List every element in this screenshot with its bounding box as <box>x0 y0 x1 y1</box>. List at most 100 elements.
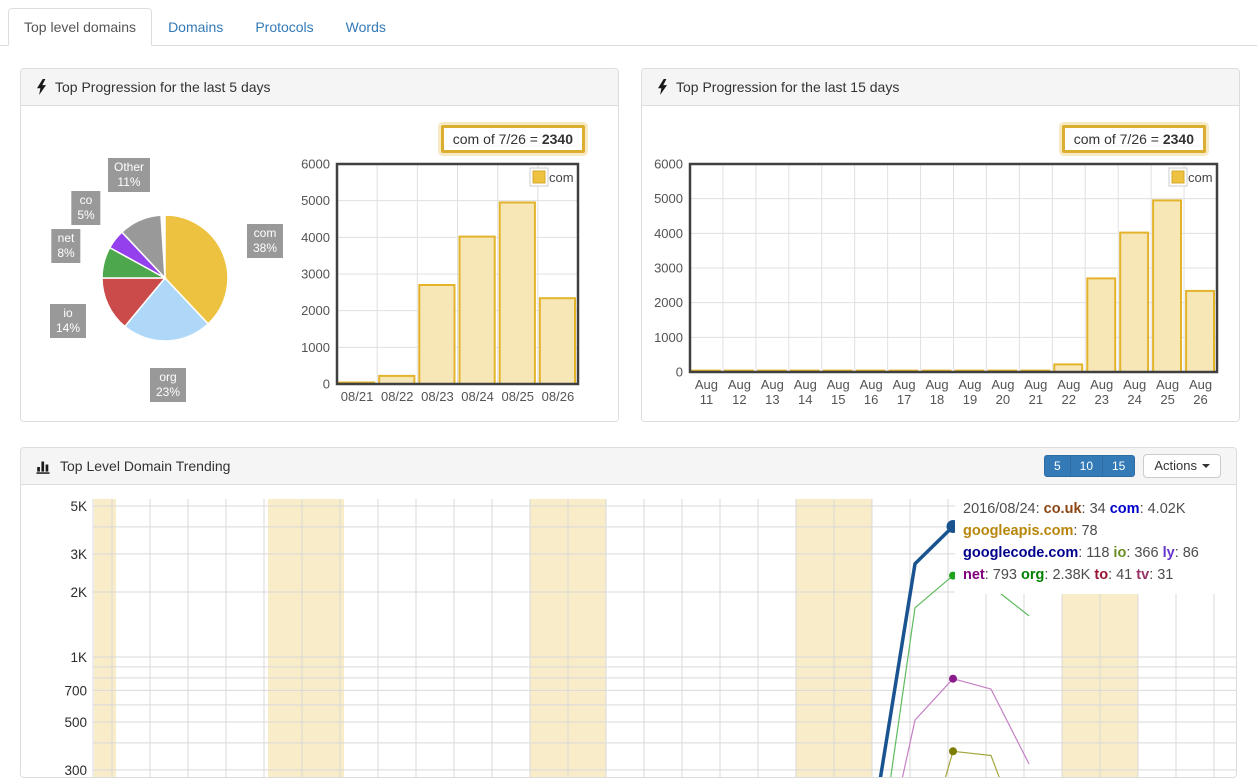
svg-text:21: 21 <box>1029 392 1043 407</box>
svg-text:com: com <box>1188 170 1213 185</box>
panel-title-15d: Top Progression for the last 15 days <box>657 79 899 95</box>
svg-text:1000: 1000 <box>654 330 683 345</box>
tab-link-domains[interactable]: Domains <box>152 8 239 46</box>
tab-link-top-level-domains[interactable]: Top level domains <box>8 8 152 46</box>
tab-top-level-domains: Top level domains <box>8 8 152 46</box>
top-panels-row: Top Progression for the last 5 days com … <box>20 68 1237 422</box>
svg-text:24: 24 <box>1127 392 1141 407</box>
trend-marker-net[interactable] <box>949 675 957 683</box>
caret-down-icon <box>1202 464 1210 468</box>
svg-text:3K: 3K <box>70 547 87 562</box>
bar-aug-26[interactable] <box>1186 291 1214 372</box>
svg-text:6000: 6000 <box>301 157 330 172</box>
svg-text:0: 0 <box>323 377 330 392</box>
actions-dropdown-button[interactable]: Actions <box>1143 454 1221 478</box>
svg-text:5K: 5K <box>70 499 87 514</box>
actions-label: Actions <box>1154 458 1197 474</box>
badge-value: 2340 <box>1163 131 1194 147</box>
panel-title-text-trending: Top Level Domain Trending <box>60 458 230 474</box>
panel-tld-trending: Top Level Domain Trending 51015 Actions … <box>20 447 1237 778</box>
tab-link-protocols[interactable]: Protocols <box>239 8 329 46</box>
svg-text:0: 0 <box>676 365 683 380</box>
svg-text:08/25: 08/25 <box>501 389 534 404</box>
tab-bar: Top level domainsDomainsProtocolsWords <box>0 8 1257 46</box>
bar-aug-25[interactable] <box>1153 200 1181 372</box>
svg-text:19: 19 <box>963 392 977 407</box>
range-button-15[interactable]: 15 <box>1102 455 1135 477</box>
svg-text:1K: 1K <box>70 650 87 665</box>
svg-text:Aug: Aug <box>1090 377 1113 392</box>
svg-text:Aug: Aug <box>728 377 751 392</box>
svg-text:20: 20 <box>996 392 1010 407</box>
bar-08-24[interactable] <box>460 237 495 384</box>
panel-title-trending: Top Level Domain Trending <box>36 458 230 474</box>
svg-text:Aug: Aug <box>991 377 1014 392</box>
svg-text:3000: 3000 <box>301 267 330 282</box>
range-button-10[interactable]: 10 <box>1070 455 1103 477</box>
svg-text:4000: 4000 <box>301 230 330 245</box>
trend-hover-tooltip: 2016/08/24: co.uk: 34 com: 4.02Kgoogleap… <box>955 495 1236 594</box>
svg-text:08/23: 08/23 <box>421 389 454 404</box>
trend-line-net[interactable] <box>877 679 1029 777</box>
bar-08-26[interactable] <box>540 298 575 384</box>
bar-aug-24[interactable] <box>1120 233 1148 372</box>
bar5-chart[interactable]: 010002000300040005000600008/2108/2208/23… <box>21 106 618 421</box>
svg-text:3000: 3000 <box>654 261 683 276</box>
svg-text:Aug: Aug <box>860 377 883 392</box>
badge-value: 2340 <box>542 131 573 147</box>
svg-text:700: 700 <box>64 683 87 698</box>
svg-text:Aug: Aug <box>893 377 916 392</box>
trend-tooltip-line: 2016/08/24: co.uk: 34 com: 4.02K <box>963 498 1236 520</box>
badge-prefix: com of 7/26 = <box>1074 131 1163 147</box>
bar-chart-icon <box>36 458 52 474</box>
pie-label-other: Other11% <box>108 158 150 192</box>
svg-text:Aug: Aug <box>794 377 817 392</box>
svg-text:Aug: Aug <box>1189 377 1212 392</box>
trend-marker-io[interactable] <box>949 747 957 755</box>
svg-text:com: com <box>549 170 574 185</box>
panel-progression-15d: Top Progression for the last 15 days com… <box>641 68 1240 422</box>
bar-08-23[interactable] <box>419 285 454 384</box>
panel-heading-5d: Top Progression for the last 5 days <box>21 69 618 106</box>
trend-line-io[interactable] <box>915 751 1029 777</box>
panel-title-5d: Top Progression for the last 5 days <box>36 79 271 95</box>
panel-body-15d: com of 7/26 = 2340 010002000300040005000… <box>642 106 1239 421</box>
bar15-chart[interactable]: 0100020003000400050006000Aug11Aug12Aug13… <box>642 106 1239 421</box>
pie-label-net: net8% <box>51 229 80 263</box>
panel-body-trending: 5K3K2K1K7005003002016/08/24: co.uk: 34 c… <box>21 485 1236 777</box>
svg-text:6000: 6000 <box>654 157 683 172</box>
hover-value-badge-5d: com of 7/26 = 2340 <box>441 125 585 153</box>
svg-text:08/24: 08/24 <box>461 389 494 404</box>
trending-header-controls: 51015 Actions <box>1044 454 1221 478</box>
svg-text:08/21: 08/21 <box>341 389 374 404</box>
hover-value-badge-15d: com of 7/26 = 2340 <box>1062 125 1206 153</box>
pie-label-io: io14% <box>50 304 86 338</box>
badge-prefix: com of 7/26 = <box>453 131 542 147</box>
tab-protocols: Protocols <box>239 8 329 46</box>
svg-text:18: 18 <box>930 392 944 407</box>
panel-heading-trending: Top Level Domain Trending 51015 Actions <box>21 448 1236 485</box>
bar-08-25[interactable] <box>500 203 535 385</box>
panel-progression-5d: Top Progression for the last 5 days com … <box>20 68 619 422</box>
weekend-band <box>94 499 116 777</box>
svg-text:2000: 2000 <box>301 303 330 318</box>
svg-text:Aug: Aug <box>761 377 784 392</box>
range-button-5[interactable]: 5 <box>1044 455 1071 477</box>
trend-tooltip-line: googlecode.com: 118 io: 366 ly: 86 <box>963 542 1236 564</box>
svg-text:500: 500 <box>64 715 87 730</box>
panel-title-text-15d: Top Progression for the last 15 days <box>676 79 899 95</box>
bar-aug-23[interactable] <box>1087 278 1115 372</box>
pie-label-co: co5% <box>71 191 100 225</box>
svg-text:08/26: 08/26 <box>542 389 575 404</box>
panel-title-text-5d: Top Progression for the last 5 days <box>55 79 271 95</box>
svg-text:2000: 2000 <box>654 295 683 310</box>
svg-text:Aug: Aug <box>1057 377 1080 392</box>
range-button-group: 51015 <box>1044 455 1135 477</box>
svg-text:Aug: Aug <box>1024 377 1047 392</box>
tab-link-words[interactable]: Words <box>330 8 402 46</box>
svg-text:17: 17 <box>897 392 911 407</box>
svg-text:Aug: Aug <box>695 377 718 392</box>
svg-text:Aug: Aug <box>958 377 981 392</box>
svg-text:Aug: Aug <box>1123 377 1146 392</box>
svg-text:1000: 1000 <box>301 340 330 355</box>
